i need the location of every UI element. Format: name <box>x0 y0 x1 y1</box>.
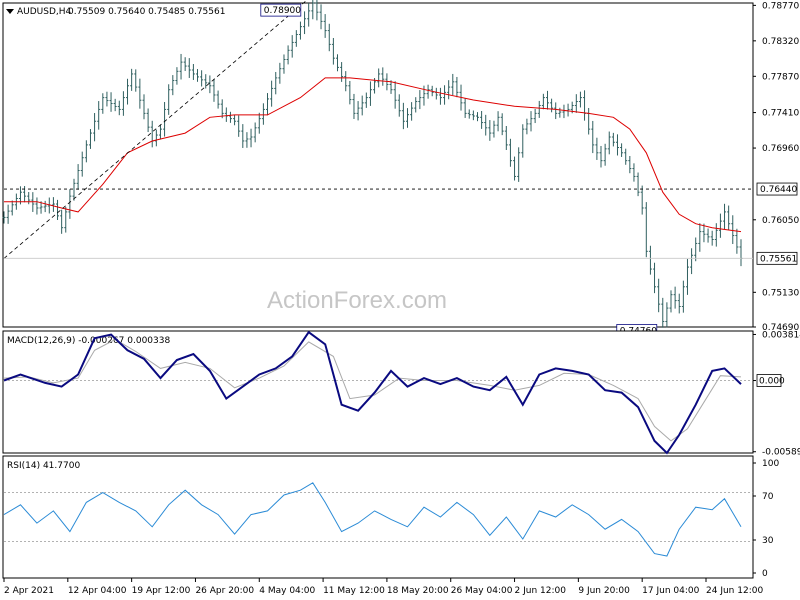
x-tick-label: 24 Jun 12:00 <box>706 586 763 596</box>
y-tick-label: 0.76050 <box>762 216 799 226</box>
y-tick-label: -0.005895 <box>762 448 800 458</box>
y-tick-label: 0.77870 <box>762 72 799 82</box>
y-tick-label: 0 <box>762 569 768 579</box>
rsi-title: RSI(14) 41.7700 <box>7 461 80 471</box>
rsi-y-axis: 100 70 30 0 <box>753 459 779 579</box>
x-tick-label: 2 Jun 12:00 <box>515 586 567 596</box>
y-tick-label: 0.77410 <box>762 109 799 119</box>
x-tick-label: 12 Apr 04:00 <box>68 586 127 596</box>
x-tick-label: 19 Apr 12:00 <box>132 586 191 596</box>
level-0.76440-label: 0.76440 <box>760 185 797 195</box>
time-x-axis: 2 Apr 2021 12 Apr 04:00 19 Apr 12:00 26 Apr… <box>3 578 763 596</box>
x-tick-label: 26 May 04:00 <box>451 586 513 596</box>
symbol-label: AUDUSD,H4 <box>17 7 72 17</box>
macd-zero-badge: 0.000 <box>756 374 785 387</box>
ohlc-label: 0.75509 0.75640 0.75485 0.75561 <box>68 7 225 17</box>
y-tick-label: 100 <box>762 459 779 469</box>
price-panel: ActionForex.com AUDUSD,H4 0.75509 0.7564… <box>2 0 799 337</box>
x-tick-label: 11 May 12:00 <box>323 586 385 596</box>
x-tick-label: 9 Jun 20:00 <box>578 586 630 596</box>
current-price-label: 0.75561 <box>760 254 797 264</box>
macd-y-axis: 0.0038140.00-0.005895 <box>753 330 800 458</box>
level-0.76440-badge: 0.76440 <box>756 182 797 196</box>
y-tick-label: 0.78320 <box>762 37 799 47</box>
x-tick-label: 26 Apr 20:00 <box>195 586 254 596</box>
x-tick-label: 17 Jun 04:00 <box>642 586 699 596</box>
price-y-axis: 0.78770 0.78320 0.77870 0.77410 0.76960 0.760… <box>753 1 799 333</box>
y-tick-label: 0.78770 <box>762 1 799 11</box>
y-tick-label: 0.003814 <box>762 330 800 340</box>
y-tick-label: 0.75130 <box>762 288 799 298</box>
high-annotation: 0.78900 <box>260 3 301 17</box>
rsi-panel: RSI(14) 41.7700 100 70 30 0 <box>2 455 779 579</box>
current-price-badge: 0.75561 <box>756 251 798 265</box>
macd-zero-badge-label: 0.000 <box>759 377 785 387</box>
macd-panel: MACD(12,26,9) -0.000267 0.000338 0.00381… <box>2 330 800 458</box>
high-annotation-label: 0.78900 <box>264 6 301 16</box>
y-tick-label: 0.76960 <box>762 144 799 154</box>
y-tick-label: 30 <box>762 536 774 546</box>
y-tick-label: 70 <box>762 492 774 502</box>
macd-title: MACD(12,26,9) -0.000267 0.000338 <box>7 336 170 346</box>
x-tick-label: 18 May 20:00 <box>387 586 449 596</box>
forex-chart: ActionForex.com AUDUSD,H4 0.75509 0.7564… <box>2 0 800 596</box>
x-tick-label: 4 May 04:00 <box>259 586 315 596</box>
x-tick-label: 2 Apr 2021 <box>4 586 54 596</box>
watermark: ActionForex.com <box>267 287 447 314</box>
